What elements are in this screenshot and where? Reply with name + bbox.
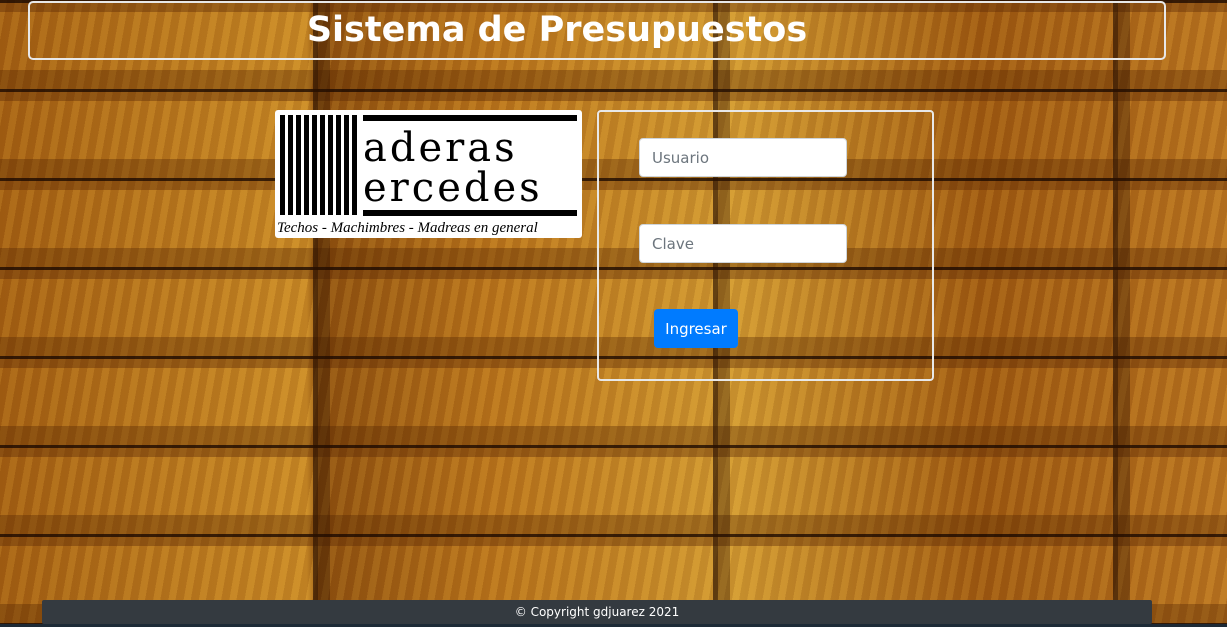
logo-bar	[363, 210, 577, 216]
copyright-text: © Copyright gdjuarez 2021	[514, 605, 680, 619]
page-title: Sistema de Presupuestos	[306, 10, 808, 50]
login-button[interactable]: Ingresar	[654, 309, 738, 348]
logo-tagline: Techos - Machimbres - Madreas en general	[277, 220, 538, 236]
logo-m-mark	[280, 115, 358, 215]
password-input[interactable]	[639, 224, 847, 263]
logo-word-1: aderas	[363, 125, 518, 171]
company-logo: aderas ercedes Techos - Machimbres - Mad…	[275, 110, 582, 238]
footer: © Copyright gdjuarez 2021	[42, 600, 1152, 624]
logo-word-2: ercedes	[363, 165, 543, 211]
login-form: Ingresar	[597, 110, 934, 381]
logo-bar	[363, 115, 577, 121]
username-input[interactable]	[639, 138, 847, 177]
page-header: Sistema de Presupuestos	[28, 1, 1166, 60]
